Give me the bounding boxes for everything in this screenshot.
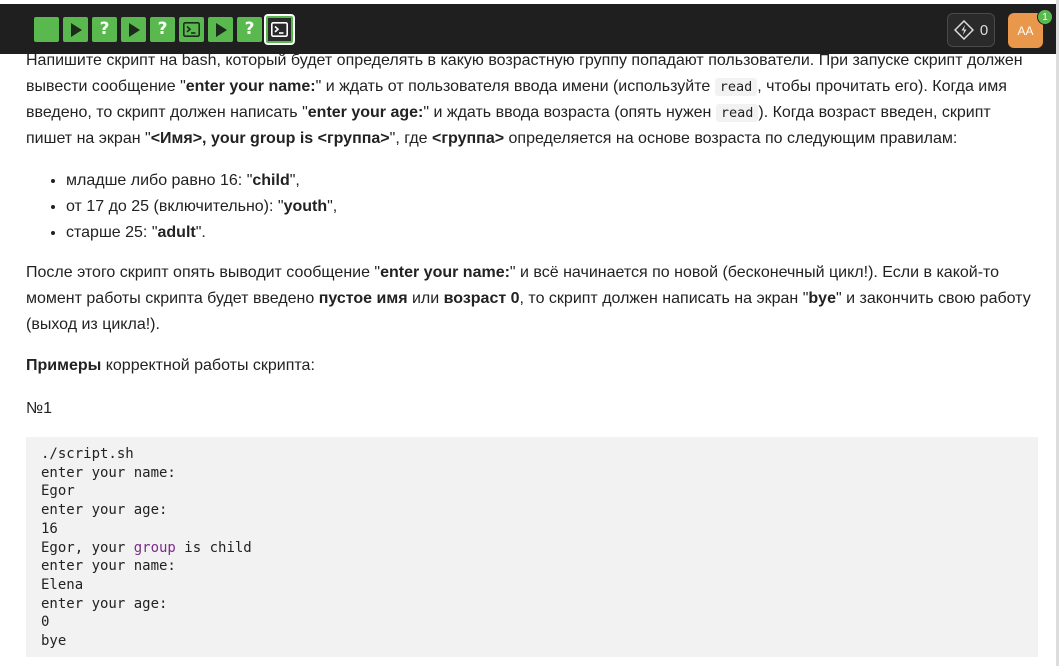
avatar-initials: AA	[1017, 23, 1034, 38]
bold-text: youth	[283, 198, 328, 215]
code-keyword: group	[133, 539, 176, 556]
bold-text: <группа>	[432, 130, 505, 147]
text: определяется на основе возраста по следу…	[504, 130, 958, 147]
text: старше 25: "	[66, 224, 158, 241]
code-line: is child	[175, 539, 252, 556]
text: " и ждать от пользователя ввода имени (и…	[315, 78, 715, 95]
text: корректной работы скрипта:	[101, 357, 315, 374]
bold-text: пустое имя	[318, 290, 408, 307]
age-rules-list: младше либо равно 16: "child", от 17 до …	[26, 168, 1059, 246]
text: ",	[327, 198, 338, 215]
task-paragraph-loop: После этого скрипт опять выводит сообщен…	[26, 260, 1038, 338]
lightning-icon	[953, 20, 974, 40]
play-icon	[128, 22, 140, 37]
top-border	[0, 0, 1059, 4]
question-icon: ?	[244, 19, 255, 39]
text: ",	[289, 172, 300, 189]
text: или	[407, 290, 444, 307]
bold-text: Примеры	[26, 357, 102, 374]
step-8-button[interactable]: ?	[237, 17, 262, 42]
terminal-icon	[183, 22, 200, 37]
step-6-button[interactable]	[179, 17, 204, 42]
bold-text: <Имя>, your group is <группа>	[150, 130, 390, 147]
step-3-button[interactable]: ?	[92, 17, 117, 42]
examples-heading: Примеры корректной работы скрипта:	[26, 353, 315, 379]
play-icon	[215, 22, 227, 37]
text: от 17 до 25 (включительно): "	[66, 198, 284, 215]
step-navigation: ? ? ?	[34, 16, 293, 43]
step-7-button[interactable]	[208, 17, 233, 42]
energy-count: 0	[979, 21, 989, 39]
code-line: Elena	[41, 576, 84, 593]
code-line: Egor	[41, 483, 75, 500]
question-icon: ?	[99, 19, 110, 39]
bold-text: enter your age:	[307, 104, 424, 121]
text: После этого скрипт опять выводит сообщен…	[26, 264, 381, 281]
code-line: enter your age:	[41, 502, 168, 519]
text: младше либо равно 16: "	[66, 172, 253, 189]
code-line: 16	[41, 520, 58, 537]
text: ".	[195, 224, 206, 241]
list-item: старше 25: "adult".	[66, 220, 1059, 246]
terminal-icon	[271, 22, 288, 37]
code-line: enter your name:	[41, 558, 176, 575]
code-line: enter your name:	[41, 464, 176, 481]
example-number: №1	[26, 400, 53, 417]
energy-counter-button[interactable]: 0	[947, 13, 995, 47]
step-9-button-current[interactable]	[266, 16, 293, 43]
bold-text: enter your name:	[185, 78, 316, 95]
inline-code: read	[714, 78, 758, 96]
play-icon	[70, 22, 82, 37]
bold-text: возраст 0	[443, 290, 520, 307]
step-5-button[interactable]: ?	[150, 17, 175, 42]
bold-text: bye	[808, 290, 836, 307]
list-item: от 17 до 25 (включительно): "youth",	[66, 194, 1059, 220]
text: , то скрипт должен написать на экран "	[519, 290, 809, 307]
notification-badge[interactable]: 1	[1037, 9, 1053, 25]
code-line: enter your age:	[41, 595, 168, 612]
inline-code: read	[715, 104, 759, 122]
text: ", где	[389, 130, 433, 147]
bold-text: enter your name:	[380, 264, 510, 281]
code-listing: ./script.sh enter your name: Egor enter …	[26, 437, 1038, 659]
step-1-button[interactable]	[34, 17, 59, 42]
code-example-block: ./script.sh enter your name: Egor enter …	[26, 437, 1038, 657]
list-item: младше либо равно 16: "child",	[66, 168, 1059, 194]
bold-text: adult	[157, 224, 196, 241]
code-line: Egor, your	[41, 539, 134, 556]
code-line: 0	[41, 614, 50, 631]
bold-text: child	[252, 172, 290, 189]
question-icon: ?	[157, 19, 168, 39]
code-line: ./script.sh	[41, 446, 134, 462]
step-4-button[interactable]	[121, 17, 146, 42]
text: " и ждать ввода возраста (опять нужен	[423, 104, 716, 121]
code-line: bye	[41, 633, 67, 650]
step-2-button[interactable]	[63, 17, 88, 42]
task-paragraph-intro: Напишите скрипт на bash, который будет о…	[26, 48, 1038, 152]
top-toolbar: ? ? ? 0 AA 1	[0, 0, 1059, 54]
